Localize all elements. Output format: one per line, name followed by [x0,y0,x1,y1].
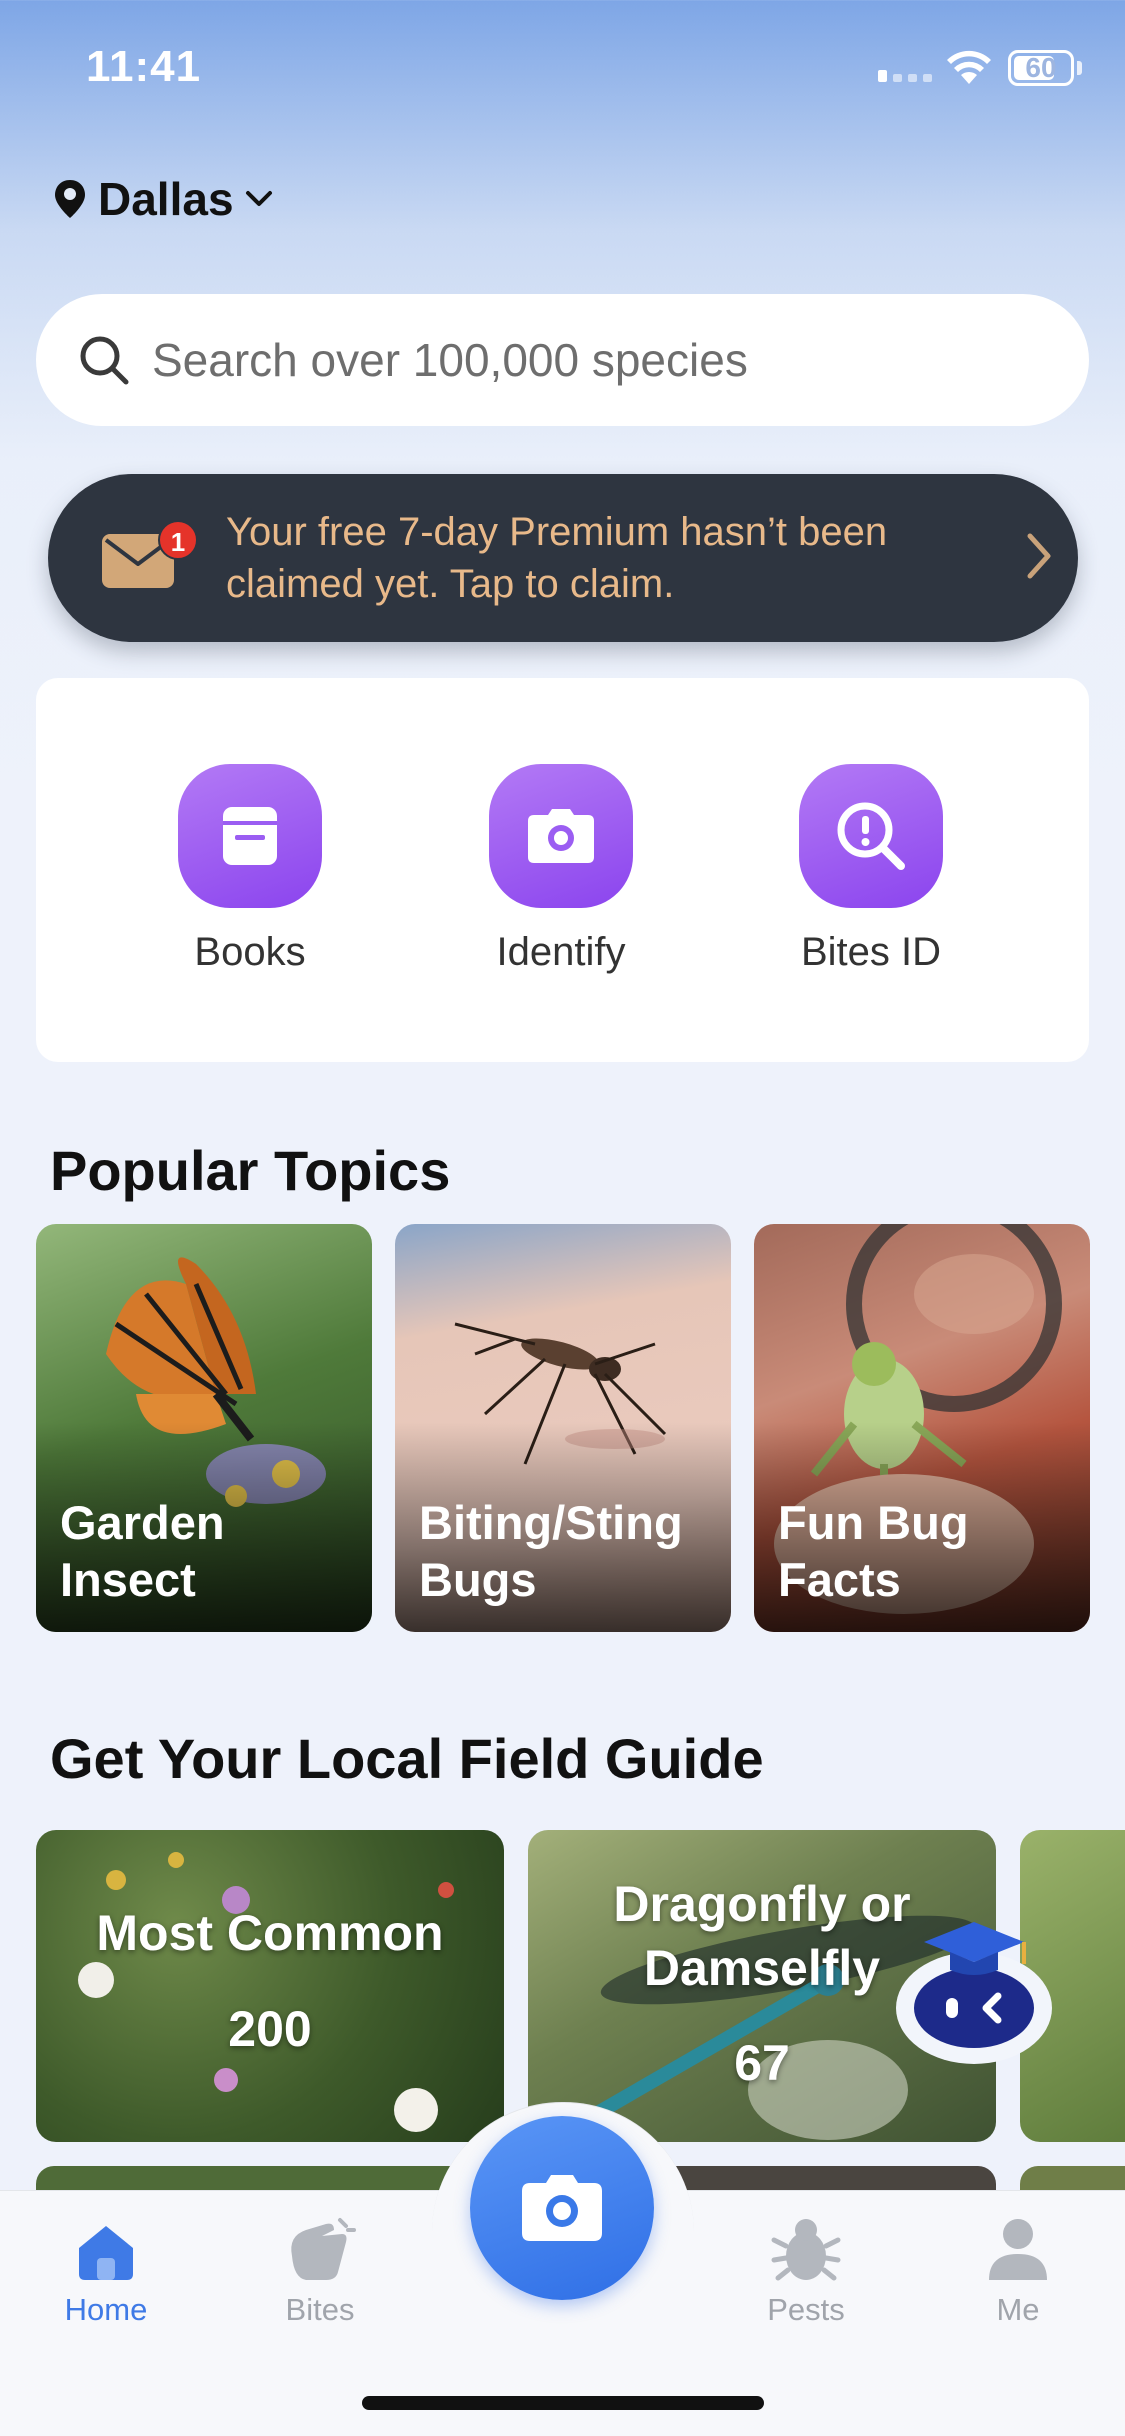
search-input[interactable] [152,333,1052,387]
flowers-image [78,1852,454,2132]
home-icon [79,2226,133,2280]
search-icon [80,336,129,385]
chevron-down-icon [245,191,272,206]
assistant-robot-button[interactable] [888,1908,1060,2068]
topic-label: Fun Bug Facts [778,1496,969,1606]
field-guide-title: Get Your Local Field Guide [50,1727,764,1790]
premium-message: Your free 7-day Premium hasn’t been clai… [226,510,888,606]
mail-icon: 1 [102,520,198,590]
notification-badge: 1 [158,520,198,560]
identify-action[interactable]: Identify [451,764,671,975]
topic-label: Biting/Sting Bugs [419,1496,683,1606]
topic-label: Garden Insect [60,1496,225,1606]
topic-card-garden-insect[interactable]: Garden Insect [36,1224,372,1632]
tab-label: Home [64,2292,148,2327]
tab-me[interactable]: Me [948,2210,1088,2328]
tab-label: Pests [767,2292,845,2327]
battery-cap [1077,61,1082,75]
camera-icon [489,764,633,908]
guide-count: 200 [228,2001,312,2057]
tab-label: Me [996,2292,1040,2327]
tab-label: Bites [285,2292,355,2327]
premium-banner[interactable]: 1 Your free 7-day Premium hasn’t been cl… [48,474,1078,642]
topic-card-biting-sting-bugs[interactable]: Biting/Sting Bugs [395,1224,731,1632]
action-label: Bites ID [800,930,942,974]
tab-bites[interactable]: Bites [250,2210,390,2328]
robot-icon [896,1922,1052,2064]
location-selector[interactable]: Dallas [52,172,274,226]
wifi-icon [947,50,991,84]
status-bar: 11:41 60 [0,0,1125,140]
status-time: 11:41 [86,42,202,91]
action-label: Identify [496,930,626,974]
chevron-right-icon [1027,533,1051,579]
guide-card-most-common[interactable]: Most Common 200 [36,1830,504,2142]
quick-actions-panel: Books Identify Bites ID [36,678,1089,1062]
tab-home[interactable]: Home [36,2210,176,2328]
tab-pests[interactable]: Pests [736,2210,876,2328]
search-bar[interactable] [36,294,1089,426]
book-icon [178,764,322,908]
popular-topics-title: Popular Topics [50,1139,451,1202]
books-action[interactable]: Books [140,764,360,975]
camera-icon [522,2175,602,2241]
hand-icon [291,2218,356,2280]
bug-icon [771,2219,841,2281]
camera-scan-button[interactable] [470,2116,654,2300]
action-label: Books [194,930,306,974]
magnifier-alert-icon [799,764,943,908]
home-indicator [362,2396,764,2410]
location-city: Dallas [98,173,234,225]
topic-card-fun-bug-facts[interactable]: Fun Bug Facts [754,1224,1090,1632]
location-pin-icon [55,180,85,218]
battery-level: 60 [1025,52,1057,83]
cellular-signal-icon [878,70,932,82]
battery-icon: 60 [1008,50,1074,86]
person-icon [989,2219,1047,2280]
bites-id-action[interactable]: Bites ID [761,764,981,975]
guide-name: Most Common [96,1905,444,1961]
